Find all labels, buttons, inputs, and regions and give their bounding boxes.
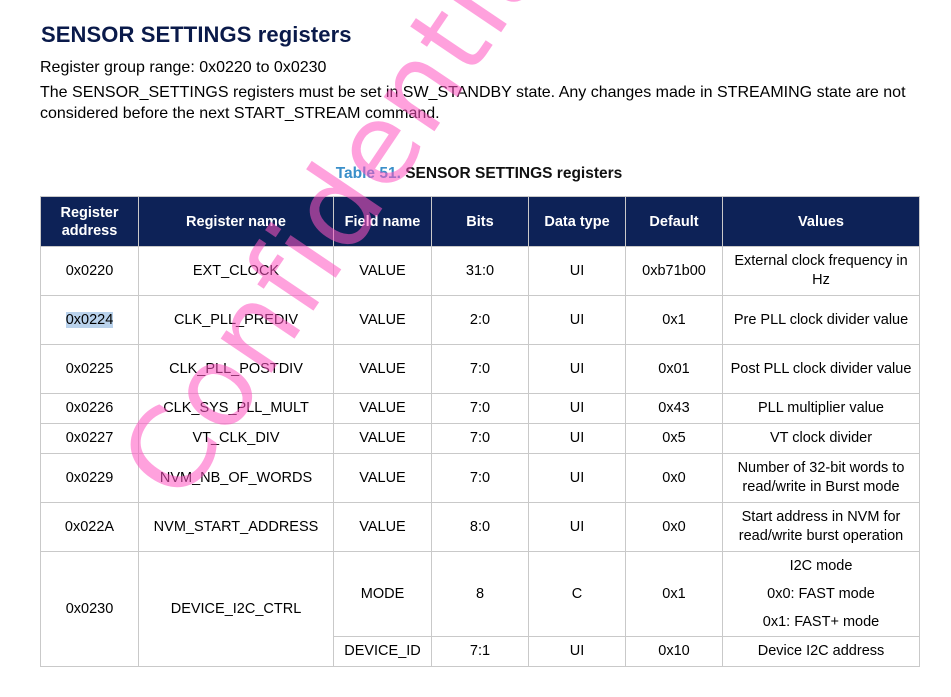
cell-default: 0x0 <box>625 453 723 503</box>
cell-data-type: UI <box>528 502 626 552</box>
cell-data-type: C <box>528 551 626 637</box>
cell-data-type: UI <box>528 453 626 503</box>
cell-default: 0x1 <box>625 551 723 637</box>
table-row: 0x0225 CLK_PLL_POSTDIV VALUE 7:0 UI 0x01… <box>40 344 920 394</box>
section-heading: SENSOR SETTINGS registers <box>41 22 352 47</box>
cell-bits: 8 <box>431 551 529 637</box>
table-row: 0x0230 DEVICE_I2C_CTRL MODE 8 C 0x1 I2C … <box>40 551 920 667</box>
col-header-default: Default <box>625 196 723 247</box>
cell-data-type: UI <box>528 393 626 424</box>
cell-field-name: VALUE <box>333 502 432 552</box>
cell-values: PLL multiplier value <box>722 393 920 424</box>
table-caption: Table 51. SENSOR SETTINGS registers <box>40 165 918 183</box>
table-header-row: Register address Register name Field nam… <box>40 196 920 247</box>
cell-values: Start address in NVM for read/write burs… <box>722 502 920 552</box>
cell-data-type: UI <box>528 636 626 667</box>
cell-values: I2C mode 0x0: FAST mode 0x1: FAST+ mode <box>722 551 920 637</box>
cell-data-type: UI <box>528 423 626 454</box>
table-row: 0x0224 CLK_PLL_PREDIV VALUE 2:0 UI 0x1 P… <box>40 295 920 345</box>
cell-register-name: DEVICE_I2C_CTRL <box>138 551 334 667</box>
cell-field-name: VALUE <box>333 295 432 345</box>
cell-field-name: VALUE <box>333 246 432 296</box>
table-row: 0x0227 VT_CLK_DIV VALUE 7:0 UI 0x5 VT cl… <box>40 423 920 454</box>
cell-address: 0x0224 <box>40 295 139 345</box>
cell-field-name: DEVICE_ID <box>333 636 432 667</box>
cell-default: 0x0 <box>625 502 723 552</box>
cell-bits: 7:1 <box>431 636 529 667</box>
cell-values: Post PLL clock divider value <box>722 344 920 394</box>
cell-data-type: UI <box>528 344 626 394</box>
table-row: 0x0220 EXT_CLOCK VALUE 31:0 UI 0xb71b00 … <box>40 246 920 296</box>
cell-default: 0x1 <box>625 295 723 345</box>
cell-address: 0x0225 <box>40 344 139 394</box>
cell-bits: 7:0 <box>431 393 529 424</box>
cell-address: 0x0220 <box>40 246 139 296</box>
group-range-text: Register group range: 0x0220 to 0x0230 <box>40 59 327 76</box>
cell-values: Number of 32-bit words to read/write in … <box>722 453 920 503</box>
col-header-bits: Bits <box>431 196 529 247</box>
table-caption-number: Table 51. <box>335 165 401 182</box>
cell-field-name: MODE <box>333 551 432 637</box>
cell-default: 0x01 <box>625 344 723 394</box>
cell-field-name: VALUE <box>333 453 432 503</box>
selected-address-text: 0x0224 <box>65 311 114 328</box>
cell-values: Device I2C address <box>722 636 920 667</box>
cell-register-name: NVM_NB_OF_WORDS <box>138 453 334 503</box>
cell-address: 0x0230 <box>40 551 139 667</box>
cell-default: 0x43 <box>625 393 723 424</box>
cell-data-type: UI <box>528 246 626 296</box>
description-text: The SENSOR_SETTINGS registers must be se… <box>40 84 906 122</box>
table-row: 0x022A NVM_START_ADDRESS VALUE 8:0 UI 0x… <box>40 502 920 552</box>
cell-bits: 8:0 <box>431 502 529 552</box>
cell-register-name: EXT_CLOCK <box>138 246 334 296</box>
col-header-type: Data type <box>528 196 626 247</box>
cell-data-type: UI <box>528 295 626 345</box>
sensor-settings-table: Register address Register name Field nam… <box>40 196 920 667</box>
cell-address: 0x0229 <box>40 453 139 503</box>
table-row: 0x0229 NVM_NB_OF_WORDS VALUE 7:0 UI 0x0 … <box>40 453 920 503</box>
cell-default: 0xb71b00 <box>625 246 723 296</box>
cell-register-name: VT_CLK_DIV <box>138 423 334 454</box>
cell-bits: 7:0 <box>431 344 529 394</box>
cell-register-name: CLK_PLL_POSTDIV <box>138 344 334 394</box>
col-header-name: Register name <box>138 196 334 247</box>
col-header-address: Register address <box>40 196 139 247</box>
cell-values: VT clock divider <box>722 423 920 454</box>
cell-register-name: CLK_PLL_PREDIV <box>138 295 334 345</box>
col-header-field: Field name <box>333 196 432 247</box>
cell-values: External clock frequency in Hz <box>722 246 920 296</box>
table-row: 0x0226 CLK_SYS_PLL_MULT VALUE 7:0 UI 0x4… <box>40 393 920 424</box>
cell-bits: 31:0 <box>431 246 529 296</box>
cell-bits: 7:0 <box>431 453 529 503</box>
cell-address: 0x0227 <box>40 423 139 454</box>
values-line: 0x0: FAST mode <box>767 586 875 602</box>
cell-values: Pre PLL clock divider value <box>722 295 920 345</box>
col-header-values: Values <box>722 196 920 247</box>
values-line: I2C mode <box>789 558 853 574</box>
cell-register-name: CLK_SYS_PLL_MULT <box>138 393 334 424</box>
cell-default: 0x10 <box>625 636 723 667</box>
table-caption-title: SENSOR SETTINGS registers <box>405 165 623 182</box>
cell-default: 0x5 <box>625 423 723 454</box>
cell-bits: 7:0 <box>431 423 529 454</box>
cell-bits: 2:0 <box>431 295 529 345</box>
values-line: 0x1: FAST+ mode <box>762 614 880 630</box>
cell-register-name: NVM_START_ADDRESS <box>138 502 334 552</box>
cell-field-name: VALUE <box>333 393 432 424</box>
cell-address: 0x022A <box>40 502 139 552</box>
cell-address: 0x0226 <box>40 393 139 424</box>
cell-field-name: VALUE <box>333 423 432 454</box>
cell-field-name: VALUE <box>333 344 432 394</box>
